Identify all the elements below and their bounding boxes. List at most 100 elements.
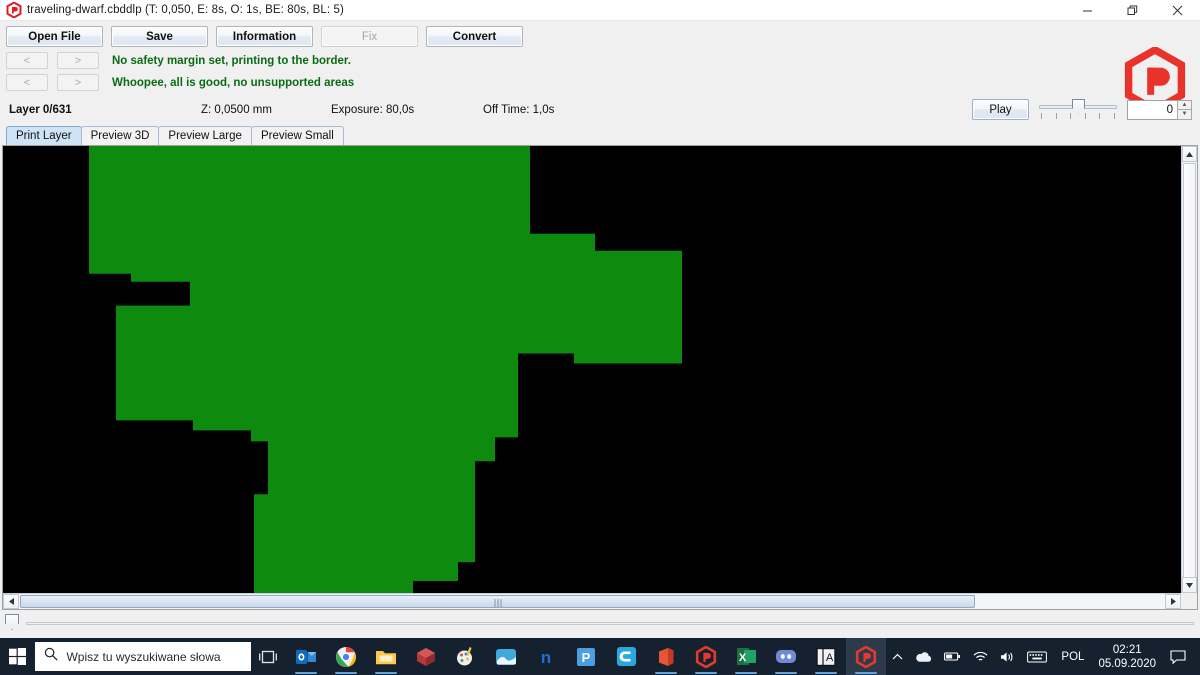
margin-prev-button[interactable]: < <box>6 52 48 69</box>
taskbar-icon-photos[interactable] <box>486 638 526 675</box>
open-file-button[interactable]: Open File <box>6 26 103 47</box>
horizontal-scroll-thumb[interactable] <box>20 595 975 608</box>
layer-slider-track <box>26 622 1194 625</box>
layer-z-height: Z: 0,0500 mm <box>201 103 272 116</box>
running-indicator <box>695 672 718 674</box>
window-title: traveling-dwarf.cbddlp (T: 0,050, E: 8s,… <box>27 4 344 16</box>
search-placeholder-text: Wpisz tu wyszukiwane słowa <box>66 649 221 664</box>
taskbar-search-box[interactable]: Wpisz tu wyszukiwane słowa <box>35 642 251 671</box>
taskbar-icon-paint-3d[interactable] <box>446 638 486 675</box>
issue-row-margin: < > No safety margin set, printing to th… <box>6 50 1200 71</box>
svg-text:A: A <box>826 652 834 664</box>
scroll-left-button[interactable] <box>3 594 19 609</box>
taskbar-icon-excel[interactable]: X <box>726 638 766 675</box>
scroll-grip <box>494 599 501 607</box>
svg-text:X: X <box>739 652 747 664</box>
view-tabs: Print Layer Preview 3D Preview Large Pre… <box>0 125 1200 145</box>
taskbar-icon-chrome[interactable] <box>326 638 366 675</box>
tab-preview-large[interactable]: Preview Large <box>158 126 252 145</box>
layer-number-stepper[interactable]: ▲ ▼ <box>1127 99 1192 120</box>
title-bar: traveling-dwarf.cbddlp (T: 0,050, E: 8s,… <box>0 0 1200 21</box>
stepper-down-button[interactable]: ▼ <box>1177 109 1192 120</box>
tab-preview-3d[interactable]: Preview 3D <box>80 126 160 145</box>
margin-next-button[interactable]: > <box>57 52 99 69</box>
layer-slider-thumb[interactable] <box>5 614 19 630</box>
keyboard-icon[interactable] <box>1021 638 1053 675</box>
taskbar-icon-nahimic[interactable]: n <box>526 638 566 675</box>
running-indicator <box>375 672 398 674</box>
safety-margin-message: No safety margin set, printing to the bo… <box>112 54 351 67</box>
layer-navigation-slider[interactable] <box>2 611 1200 633</box>
island-prev-button[interactable]: < <box>6 74 48 91</box>
minimize-button[interactable] <box>1065 0 1110 21</box>
language-indicator[interactable]: POL <box>1053 651 1092 663</box>
windows-taskbar: Wpisz tu wyszukiwane słowa n P X A POL 0… <box>0 638 1200 675</box>
island-next-button[interactable]: > <box>57 74 99 91</box>
running-indicator <box>855 672 878 674</box>
battery-icon[interactable] <box>938 638 967 675</box>
taskbar-icon-discord[interactable] <box>766 638 806 675</box>
taskbar-icon-powerpoint-blue[interactable]: P <box>566 638 606 675</box>
taskbar-icon-uvtools-active[interactable] <box>846 638 887 675</box>
taskbar-clock[interactable]: 02:21 05.09.2020 <box>1092 643 1162 671</box>
main-toolbar: Open File Save Information Fix Convert <box>0 21 1200 47</box>
information-button[interactable]: Information <box>216 26 313 47</box>
show-hidden-icons[interactable] <box>886 638 909 675</box>
task-view-icon[interactable] <box>251 638 285 675</box>
stepper-up-button[interactable]: ▲ <box>1177 99 1192 109</box>
taskbar-icon-outlook[interactable] <box>286 638 326 675</box>
wifi-icon[interactable] <box>967 638 994 675</box>
system-tray: POL 02:21 05.09.2020 <box>886 638 1200 675</box>
layer-counter: Layer 0/631 <box>9 103 72 116</box>
playback-controls: Play ▲ ▼ <box>972 96 1192 123</box>
layer-off-time: Off Time: 1,0s <box>483 103 555 116</box>
play-button[interactable]: Play <box>972 99 1029 120</box>
running-indicator <box>775 672 798 674</box>
issue-row-islands: < > Whoopee, all is good, no unsupported… <box>6 72 1200 93</box>
playback-speed-slider[interactable] <box>1039 97 1117 123</box>
notification-icon[interactable] <box>1162 638 1196 675</box>
layer-number-input[interactable] <box>1127 99 1177 120</box>
fix-button: Fix <box>321 26 418 47</box>
restore-button[interactable] <box>1110 0 1155 21</box>
layer-canvas[interactable] <box>3 146 1181 593</box>
taskbar-icon-uvtools[interactable] <box>686 638 726 675</box>
slider-thumb[interactable] <box>1072 98 1085 114</box>
tab-preview-small[interactable]: Preview Small <box>250 126 344 145</box>
horizontal-scrollbar[interactable] <box>3 593 1181 609</box>
layer-slice-graphic <box>3 146 1181 593</box>
vertical-scroll-thumb[interactable] <box>1183 163 1196 593</box>
layer-info-bar: Layer 0/631 Z: 0,0500 mm Exposure: 80,0s… <box>0 96 1200 123</box>
window-controls <box>1065 0 1200 21</box>
uvtools-logo-icon <box>6 2 22 18</box>
svg-text:n: n <box>541 648 551 667</box>
running-indicator <box>335 672 358 674</box>
taskbar-icon-office[interactable] <box>646 638 686 675</box>
tab-print-layer[interactable]: Print Layer <box>6 126 82 145</box>
convert-button[interactable]: Convert <box>426 26 523 47</box>
vertical-scrollbar[interactable] <box>1181 146 1197 593</box>
scroll-right-button[interactable] <box>1165 594 1181 609</box>
clock-date: 05.09.2020 <box>1098 657 1156 670</box>
running-indicator <box>815 672 838 674</box>
clock-time: 02:21 <box>1112 643 1142 656</box>
scrollbar-corner <box>1181 593 1197 609</box>
save-button[interactable]: Save <box>111 26 208 47</box>
taskbar-icon-chitubox[interactable] <box>606 638 646 675</box>
taskbar-icon-3d-viewer[interactable] <box>406 638 446 675</box>
windows-start-icon[interactable] <box>0 638 34 675</box>
speaker-icon[interactable] <box>994 638 1021 675</box>
stepper-arrows: ▲ ▼ <box>1177 99 1192 120</box>
application-body: Open File Save Information Fix Convert <… <box>0 21 1200 675</box>
running-indicator <box>655 672 678 674</box>
layer-exposure: Exposure: 80,0s <box>331 103 415 116</box>
taskbar-app-icons: n P X A <box>286 638 887 675</box>
taskbar-icon-text-tool[interactable]: A <box>806 638 846 675</box>
running-indicator <box>735 672 758 674</box>
scroll-down-button[interactable] <box>1182 577 1197 593</box>
taskbar-icon-file-explorer[interactable] <box>366 638 406 675</box>
layer-viewport[interactable] <box>2 145 1198 610</box>
onedrive-icon[interactable] <box>909 638 938 675</box>
close-button[interactable] <box>1155 0 1200 21</box>
scroll-up-button[interactable] <box>1182 146 1197 162</box>
